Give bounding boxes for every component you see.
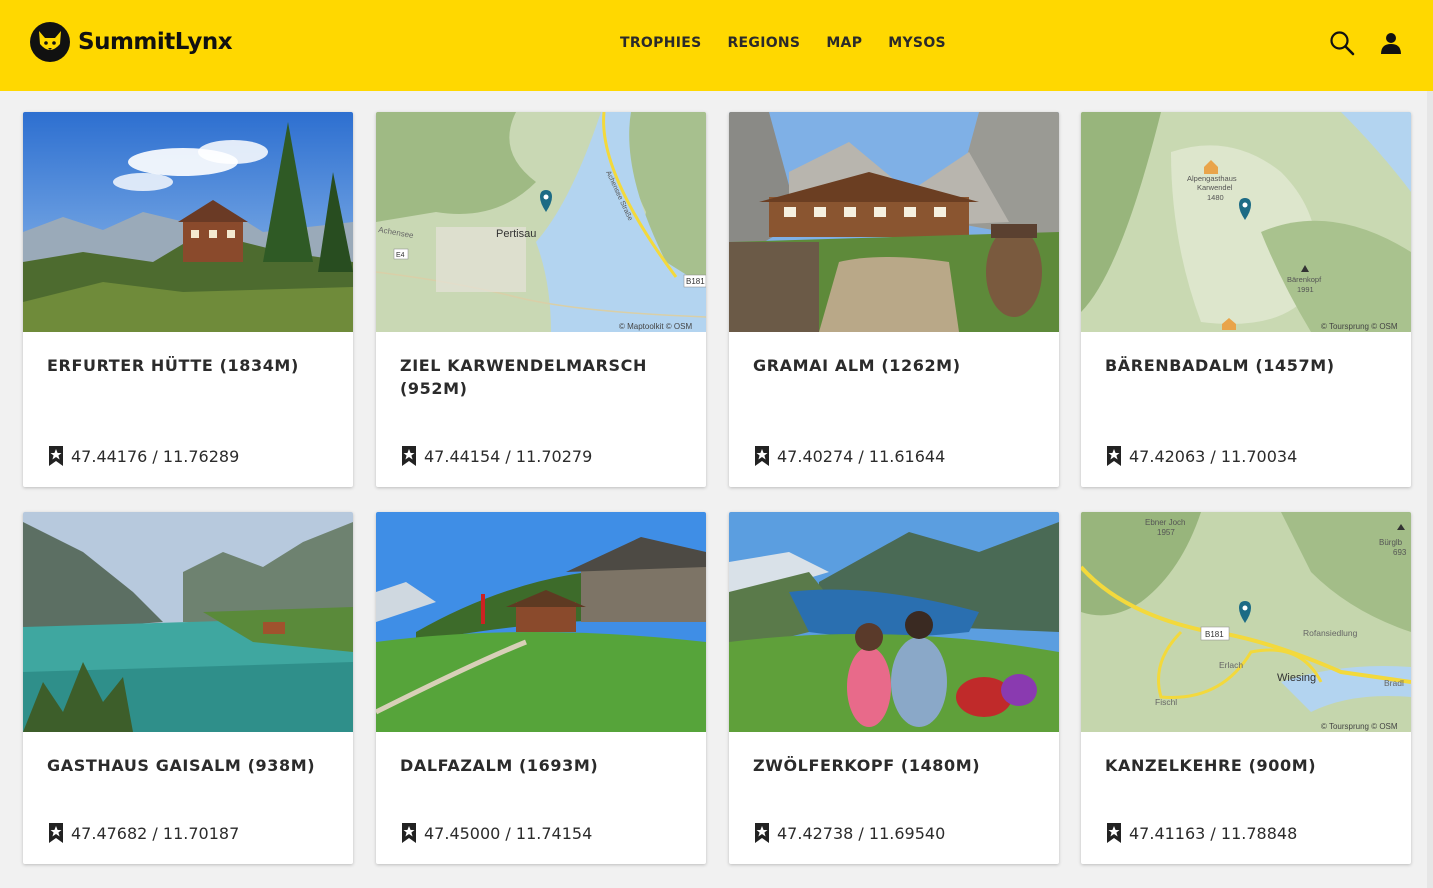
bookmark-star-icon [49,823,63,843]
nav-map[interactable]: MAP [826,35,862,51]
svg-text:Ebner Joch: Ebner Joch [1145,518,1185,527]
bookmark-star-icon [1107,446,1121,466]
place-photo [729,112,1059,332]
place-card[interactable]: GRAMAI ALM (1262M) 47.40274 / 11.61644 [729,112,1059,487]
coordinates-value: 47.44176 / 11.76289 [71,446,240,466]
coordinates: 47.40274 / 11.61644 [753,446,945,466]
svg-text:© Maptoolkit © OSM: © Maptoolkit © OSM [619,322,692,331]
place-map: B181 Ebner Joch 1957 Bürglb 693 Rofansie… [1081,512,1411,732]
coordinates-value: 47.40274 / 11.61644 [777,446,946,466]
place-card[interactable]: Alpengasthaus Karwendel 1480 Bärenkopf 1… [1081,112,1411,487]
coordinates-value: 47.44154 / 11.70279 [424,446,593,466]
coordinates: 47.45000 / 11.74154 [400,823,592,843]
svg-text:Erlach: Erlach [1219,660,1243,670]
place-photo [376,512,706,732]
svg-text:Rofansiedlung: Rofansiedlung [1303,628,1358,638]
user-icon[interactable] [1376,28,1406,58]
coordinates: 47.41163 / 11.78848 [1105,823,1297,843]
card-title: DALFAZALM (1693M) [400,756,599,775]
place-photo [23,112,353,332]
svg-text:Bradl: Bradl [1384,678,1404,688]
bookmark-star-icon [49,446,63,466]
place-map: Pertisau B181 E4 Achensee Achensee Straß… [376,112,706,332]
place-photo [23,512,353,732]
coordinates-value: 47.41163 / 11.78848 [1129,823,1298,843]
bookmark-star-icon [755,823,769,843]
svg-text:693: 693 [1393,548,1407,557]
card-title: ZIEL KARWENDELMARSCH (952M) [400,356,648,398]
bookmark-star-icon [755,446,769,466]
bookmark-star-icon [402,823,416,843]
top-header: SummitLynx TROPHIES REGIONS MAP MYSOS [0,0,1433,91]
card-title: ERFURTER HÜTTE (1834M) [47,356,299,375]
search-icon[interactable] [1327,28,1357,58]
place-card[interactable]: GASTHAUS GAISALM (938M) 47.47682 / 11.70… [23,512,353,864]
svg-text:Alpengasthaus: Alpengasthaus [1187,174,1237,183]
coordinates-value: 47.47682 / 11.70187 [71,823,240,843]
svg-text:Fischl: Fischl [1155,697,1177,707]
brand-logo[interactable]: SummitLynx [30,22,233,62]
svg-text:© Toursprung © OSM: © Toursprung © OSM [1321,322,1398,331]
card-title: ZWÖLFERKOPF (1480M) [753,756,981,775]
coordinates: 47.44154 / 11.70279 [400,446,592,466]
svg-text:Wiesing: Wiesing [1277,672,1316,684]
nav-trophies[interactable]: TROPHIES [620,35,701,51]
svg-text:1957: 1957 [1157,528,1175,537]
coordinates: 47.47682 / 11.70187 [47,823,239,843]
map-label: Pertisau [496,228,536,240]
svg-text:Bürglb: Bürglb [1379,538,1403,547]
nav-mysos[interactable]: MYSOS [888,35,946,51]
place-card[interactable]: ERFURTER HÜTTE (1834M) 47.44176 / 11.762… [23,112,353,487]
svg-text:1480: 1480 [1207,193,1224,202]
place-card[interactable]: DALFAZALM (1693M) 47.45000 / 11.74154 [376,512,706,864]
svg-text:E4: E4 [396,252,405,259]
bookmark-star-icon [402,446,416,466]
coordinates: 47.42738 / 11.69540 [753,823,945,843]
main-nav: TROPHIES REGIONS MAP MYSOS [620,0,946,86]
nav-regions[interactable]: REGIONS [727,35,800,51]
coordinates: 47.44176 / 11.76289 [47,446,239,466]
svg-text:B181: B181 [686,277,705,286]
place-map: Alpengasthaus Karwendel 1480 Bärenkopf 1… [1081,112,1411,332]
card-title: GASTHAUS GAISALM (938M) [47,756,316,775]
brand-name: SummitLynx [78,29,233,55]
lynx-logo-icon [30,22,70,62]
card-title: GRAMAI ALM (1262M) [753,356,961,375]
svg-text:1991: 1991 [1297,285,1314,294]
scrollbar[interactable] [1427,91,1433,888]
card-title: KANZELKEHRE (900M) [1105,756,1317,775]
place-photo [729,512,1059,732]
place-card[interactable]: Pertisau B181 E4 Achensee Achensee Straß… [376,112,706,487]
card-title: BÄRENBADALM (1457M) [1105,356,1335,375]
svg-text:© Toursprung © OSM: © Toursprung © OSM [1321,722,1398,731]
coordinates-value: 47.42738 / 11.69540 [777,823,946,843]
svg-text:Karwendel: Karwendel [1197,183,1233,192]
coordinates-value: 47.42063 / 11.70034 [1129,446,1298,466]
place-card[interactable]: ZWÖLFERKOPF (1480M) 47.42738 / 11.69540 [729,512,1059,864]
coordinates: 47.42063 / 11.70034 [1105,446,1297,466]
place-card[interactable]: B181 Ebner Joch 1957 Bürglb 693 Rofansie… [1081,512,1411,864]
coordinates-value: 47.45000 / 11.74154 [424,823,593,843]
bookmark-star-icon [1107,823,1121,843]
svg-text:B181: B181 [1205,630,1224,639]
svg-text:Bärenkopf: Bärenkopf [1287,275,1322,284]
